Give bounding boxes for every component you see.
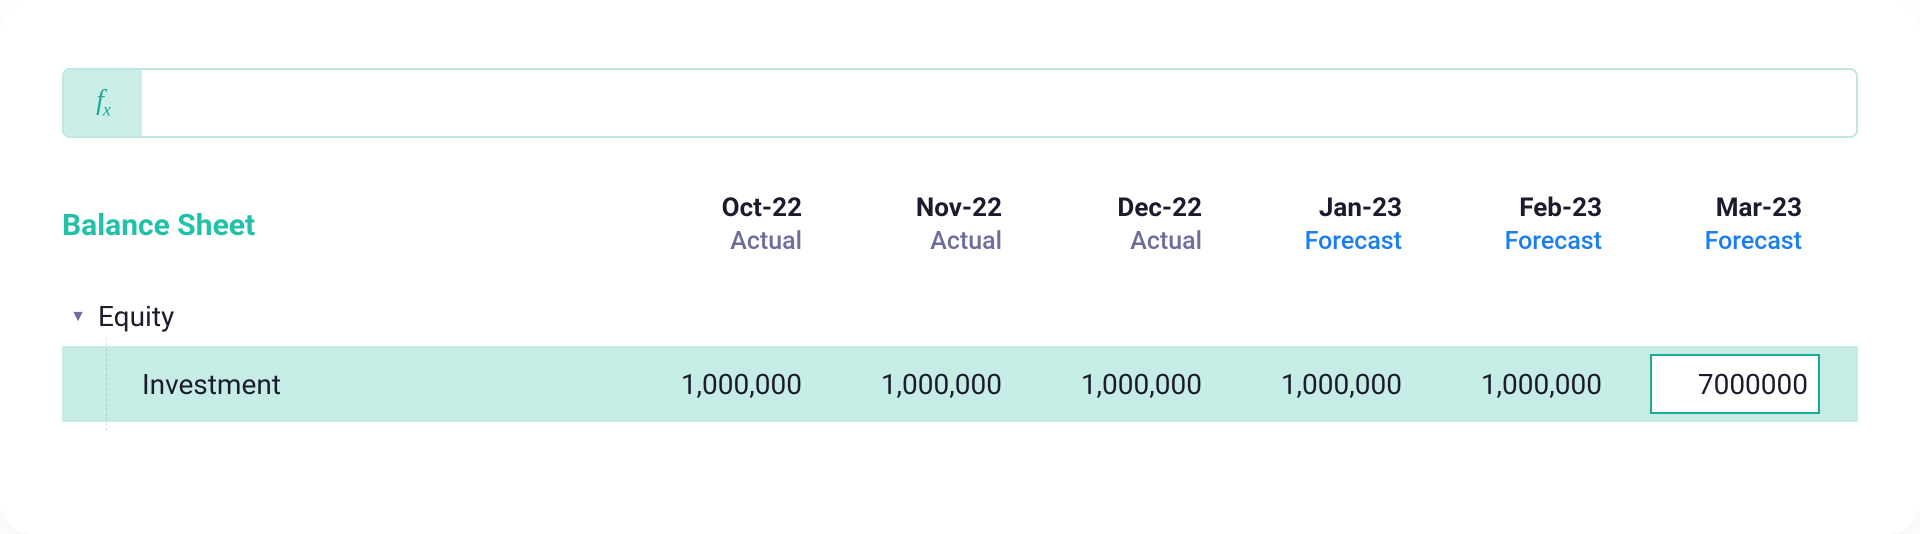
cell-edit-input[interactable] (1650, 354, 1820, 414)
formula-icon-box[interactable]: fx (64, 70, 142, 136)
cell-value[interactable]: 1,000,000 (1226, 368, 1426, 401)
sheet-card: fx Balance Sheet Oct-22 Actual Nov-22 Ac… (0, 0, 1920, 534)
col-header-feb-23: Feb-23 Forecast (1426, 192, 1626, 258)
cell-edit-wrap (1626, 354, 1826, 414)
cell-value[interactable]: 1,000,000 (826, 368, 1026, 401)
col-type: Actual (626, 226, 802, 259)
column-header-row: Balance Sheet Oct-22 Actual Nov-22 Actua… (62, 192, 1858, 258)
caret-down-icon: ▼ (66, 306, 90, 326)
col-month: Jan-23 (1226, 192, 1402, 226)
col-type: Forecast (1226, 226, 1402, 259)
row-label: Investment (62, 368, 626, 401)
fx-icon: fx (96, 85, 110, 121)
section-row-equity[interactable]: ▼ Equity (62, 292, 1858, 340)
col-header-oct-22: Oct-22 Actual (626, 192, 826, 258)
table-row[interactable]: Investment 1,000,000 1,000,000 1,000,000… (62, 346, 1858, 422)
cell-value[interactable]: 1,000,000 (1426, 368, 1626, 401)
col-month: Nov-22 (826, 192, 1002, 226)
col-header-nov-22: Nov-22 Actual (826, 192, 1026, 258)
col-month: Dec-22 (1026, 192, 1202, 226)
col-month: Oct-22 (626, 192, 802, 226)
col-header-mar-23: Mar-23 Forecast (1626, 192, 1826, 258)
col-type: Forecast (1426, 226, 1602, 259)
col-type: Actual (826, 226, 1002, 259)
col-header-jan-23: Jan-23 Forecast (1226, 192, 1426, 258)
cell-value[interactable]: 1,000,000 (1026, 368, 1226, 401)
formula-input[interactable] (142, 70, 1856, 136)
sheet-title: Balance Sheet (62, 208, 626, 243)
formula-bar: fx (62, 68, 1858, 138)
col-month: Feb-23 (1426, 192, 1602, 226)
col-header-dec-22: Dec-22 Actual (1026, 192, 1226, 258)
col-type: Forecast (1626, 226, 1802, 259)
cell-value[interactable]: 1,000,000 (626, 368, 826, 401)
col-type: Actual (1026, 226, 1202, 259)
section-label: Equity (98, 300, 174, 333)
col-month: Mar-23 (1626, 192, 1802, 226)
